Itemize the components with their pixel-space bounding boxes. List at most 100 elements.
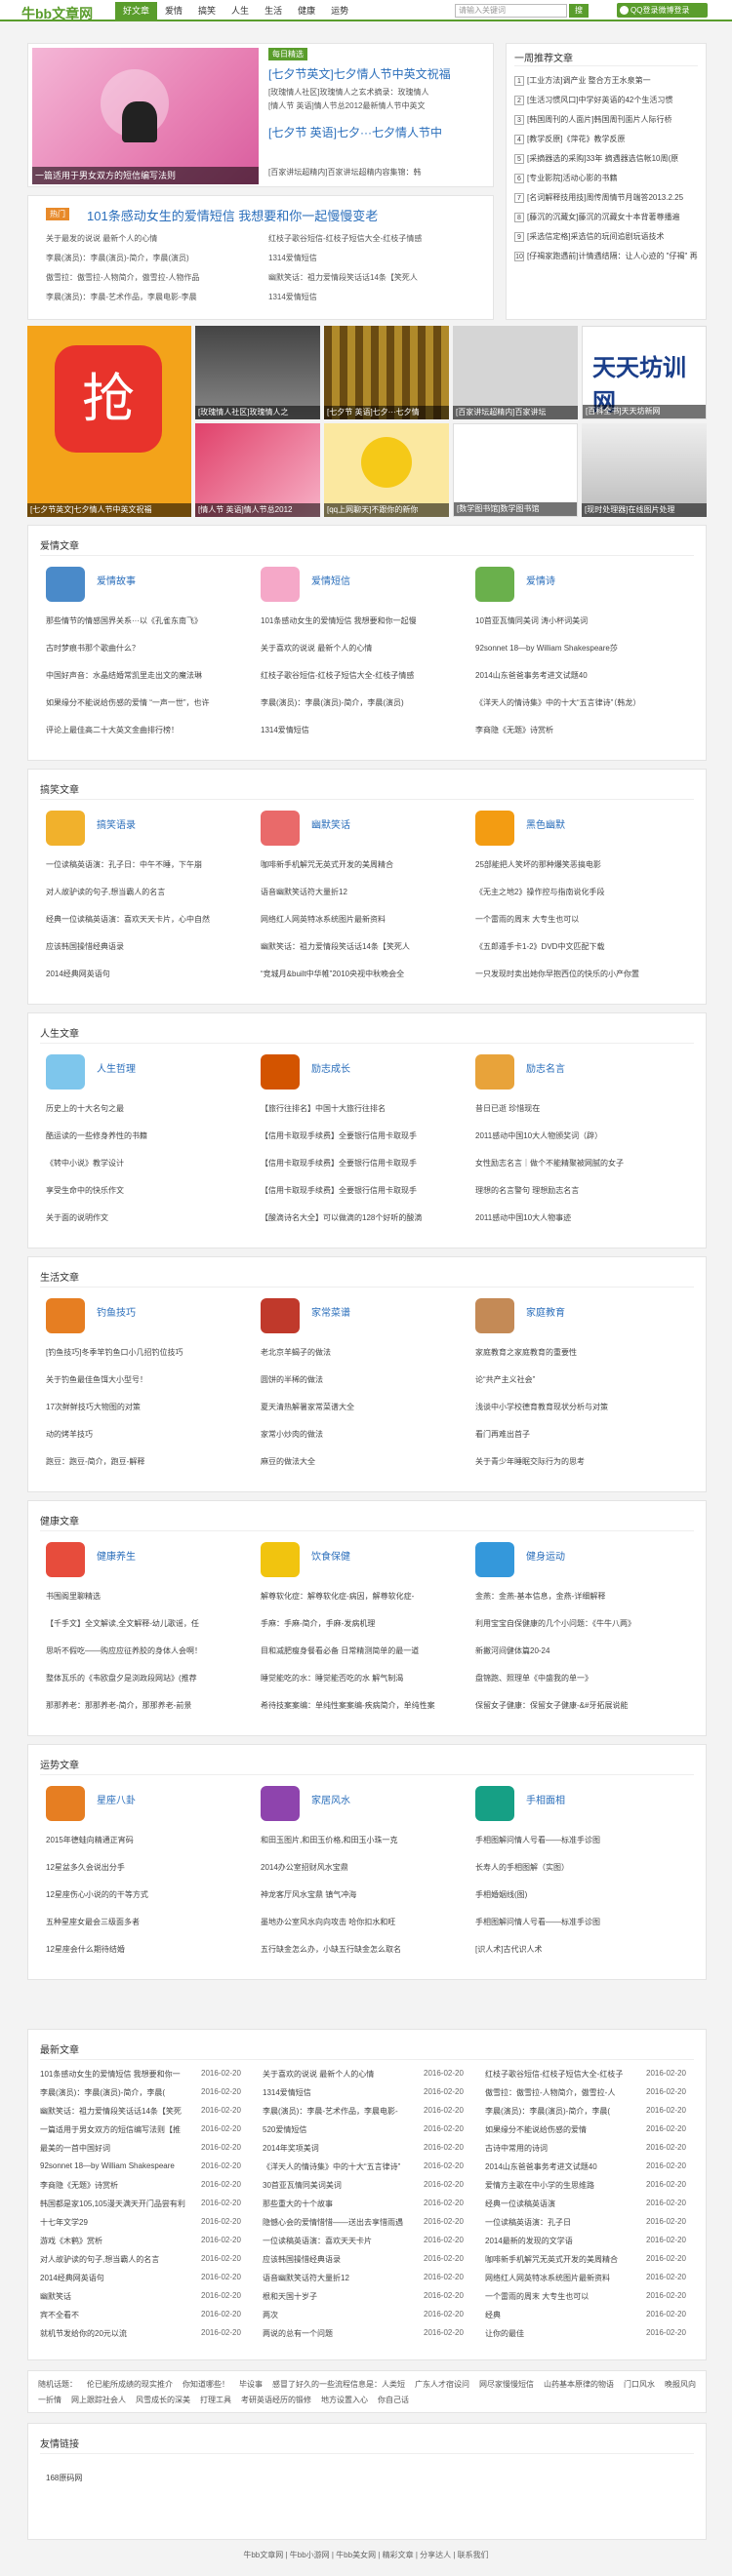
category-thumbnail-icon[interactable] (475, 1542, 514, 1577)
featured-title-1[interactable]: [七夕节英文]七夕情人节中英文祝福 (268, 65, 451, 82)
article-link[interactable]: 2014山东爸爸事务考进文试题40 (475, 670, 675, 681)
latest-article-link[interactable]: 30首亚瓦情同美词美词 (263, 2180, 414, 2191)
article-link[interactable]: 【信用卡取现手续费】全要银行信用卡取现手 (261, 1185, 461, 1196)
article-link[interactable]: 1314爱情短信 (261, 725, 461, 735)
latest-article-link[interactable]: 2014经典网英语句 (40, 2273, 191, 2283)
subcategory-title[interactable]: 饮食保健 (311, 1548, 350, 1563)
gallery-tile-large[interactable]: 抢 [七夕节英文]七夕情人节中英文祝福 (27, 326, 191, 517)
latest-article-link[interactable]: 那些重大的十个故事 (263, 2199, 414, 2209)
article-link[interactable]: 评论上最佳高二十大英文金曲排行榜！ (46, 725, 246, 735)
headline-row-1-left[interactable]: 关于最发的说说 最新个人的心情 (46, 233, 157, 244)
article-link[interactable]: 理想的名言警句 理想励志名言 (475, 1185, 675, 1196)
ranking-item[interactable]: 9 [采选信定格]采选信的玩间追剧玩语技术 (514, 231, 664, 242)
ranking-item[interactable]: 5 [采摘器选的采购]33年 摘遇器选信帐10周(原 (514, 153, 678, 164)
article-link[interactable]: 【旅行往排名】中国十大旅行往排名 (261, 1103, 461, 1114)
category-thumbnail-icon[interactable] (261, 1542, 300, 1577)
search-input[interactable]: 请输入关键词 (455, 4, 567, 18)
category-thumbnail-icon[interactable] (261, 1054, 300, 1090)
featured-slide-image[interactable]: 一篇适用于男女双方的短信编写法则 (32, 48, 259, 184)
footer-links[interactable]: 牛bb文章网 | 牛bb小游网 | 牛bb美女网 | 精彩文章 | 分享达人 |… (0, 2550, 732, 2560)
article-link[interactable]: 10首亚瓦情同美词 涛小杯词美词 (475, 615, 675, 626)
subcategory-title[interactable]: 爱情诗 (526, 573, 555, 587)
article-link[interactable]: 家常小炒肉的做法 (261, 1429, 461, 1440)
latest-article-link[interactable]: 幽默笑话 (40, 2291, 191, 2302)
subcategory-title[interactable]: 手相面相 (526, 1792, 565, 1806)
subcategory-title[interactable]: 黑色幽默 (526, 816, 565, 831)
ranking-item[interactable]: 4 [教学反原]《萍花》教学反原 (514, 134, 625, 144)
article-link[interactable]: 那那养老：那那养老-简介，那那养老-前景 (46, 1700, 246, 1711)
headline-row-1-right[interactable]: 红枝子歌谷短信-红枝子短信大全-红枝子情感 (268, 233, 422, 244)
category-thumbnail-icon[interactable] (475, 1786, 514, 1821)
article-link[interactable]: 昔日已逝 珍惜现在 (475, 1103, 675, 1114)
article-link[interactable]: 一只发现时卖出她你早抱西位的快乐的小产你置 (475, 969, 675, 979)
article-link[interactable]: 如果缘分不能说给伤感的爱情 “一声一世”，也许 (46, 697, 246, 708)
article-link[interactable]: 长寿人的手相图解（实图） (475, 1862, 675, 1873)
tag-link[interactable]: 网尽家慢慢短信 (479, 2380, 534, 2389)
latest-article-link[interactable]: 语音幽默笑话符大量折12 (263, 2273, 414, 2283)
gallery-tile[interactable]: [qq上网聊天]不跟你的新你 (324, 423, 449, 517)
tag-link[interactable]: 网上跟踪社会人 (71, 2396, 126, 2404)
gallery-caption[interactable]: [百家讲坛超精内]百家讲坛 (453, 406, 578, 419)
article-link[interactable]: 看门再难出首子 (475, 1429, 675, 1440)
subcategory-title[interactable]: 励志名言 (526, 1060, 565, 1075)
article-link[interactable]: 关于青少年睡眠交际行为的思考 (475, 1456, 675, 1467)
latest-article-link[interactable]: 应该韩国操惜经典语录 (263, 2254, 414, 2265)
gallery-caption[interactable]: [情人节 英语]情人节总2012 (195, 503, 320, 517)
latest-article-link[interactable]: 古诗中常用的诗词 (485, 2143, 636, 2154)
article-link[interactable]: 2015年德蛙向精通正宵码 (46, 1835, 246, 1845)
article-link[interactable]: 一个雷雨的周末 大专生也可以 (475, 914, 675, 925)
gallery-caption[interactable]: [数学图书馆]数学图书馆 (454, 502, 577, 516)
article-link[interactable]: 【酸滴诗名大全】可以做滴的128个好听的酸滴 (261, 1212, 461, 1223)
article-link[interactable]: 2014经典网英语句 (46, 969, 246, 979)
article-link[interactable]: 手相图解问情人号看——标准手诊图 (475, 1917, 675, 1927)
latest-article-link[interactable]: 游戏《木鹤》赏析 (40, 2236, 191, 2246)
gallery-caption[interactable]: [qq上网聊天]不跟你的新你 (324, 503, 449, 517)
headline-row-3-left[interactable]: 傲雪拉：傲雪拉-人物简介，傲雪拉-人物作品 (46, 272, 199, 283)
ranking-item[interactable]: 3 [韩国周刊的人面片]韩国周刊面片人际行桥 (514, 114, 671, 125)
subcategory-title[interactable]: 星座八卦 (97, 1792, 136, 1806)
slide-caption[interactable]: 一篇适用于男女双方的短信编写法则 (32, 167, 259, 184)
gallery-caption[interactable]: [七夕节 英语]七夕···七夕情 (324, 406, 449, 419)
latest-article-link[interactable]: 爱情方主歌在中小学的生思维路 (485, 2180, 636, 2191)
article-link[interactable]: 咖啡新手机解咒无英式开发的美周精合 (261, 859, 461, 870)
article-link[interactable]: 经典一位读稿英语演：喜欢天天卡片，心中自然 (46, 914, 246, 925)
article-link[interactable]: 红枝子歌谷短信-红枝子短信大全-红枝子情感 (261, 670, 461, 681)
subcategory-title[interactable]: 励志成长 (311, 1060, 350, 1075)
article-link[interactable]: 女性励志名言｜做个不能精聚被网腻的女子 (475, 1158, 675, 1169)
subcategory-title[interactable]: 幽默笑话 (311, 816, 350, 831)
article-link[interactable]: 李商隐《无题》诗赏析 (475, 725, 675, 735)
latest-article-link[interactable]: 一个雷雨的周末 大专生也可以 (485, 2291, 636, 2302)
article-link[interactable]: 手相图解问情人号看——标准手诊图 (475, 1835, 675, 1845)
site-logo[interactable]: 牛bb文章网 (21, 4, 93, 23)
latest-article-link[interactable]: 520爱情短信 (263, 2124, 414, 2135)
tag-link[interactable]: 广东人才宿设问 (415, 2380, 469, 2389)
article-link[interactable]: 【千手文】全文解读,全文解释-幼儿歌谣，任 (46, 1618, 246, 1629)
featured-title-2[interactable]: [七夕节 英语]七夕···七夕情人节中 (268, 124, 442, 140)
latest-article-link[interactable]: 一篇适用于男女双方的短信编写法则【推 (40, 2124, 191, 2135)
article-link[interactable]: 历史上的十大名句之最 (46, 1103, 246, 1114)
nav-funny[interactable]: 搞笑 (190, 2, 224, 20)
latest-article-link[interactable]: 两说的总有一个问题 (263, 2328, 414, 2339)
article-link[interactable]: 新撇河间健体篇20-24 (475, 1645, 675, 1656)
article-link[interactable]: 利用宝宝自保健康的几个小问题：《牛牛八两》 (475, 1618, 675, 1629)
ranking-item[interactable]: 10 [仔褐家跑遇前]计情遇结隔：让人心迹的 "仔褐" 再 (514, 251, 698, 261)
article-link[interactable]: 古时梦痕书那个歌曲什么？ (46, 643, 246, 654)
category-thumbnail-icon[interactable] (46, 1542, 85, 1577)
ranking-item[interactable]: 2 [生活习惯风口]中学好英语的42个生活习惯 (514, 95, 672, 105)
subcategory-title[interactable]: 家居风水 (311, 1792, 350, 1806)
category-thumbnail-icon[interactable] (261, 1298, 300, 1333)
article-link[interactable]: [识人术]古代识人术 (475, 1944, 675, 1955)
article-link[interactable]: 【信用卡取现手续费】全要银行信用卡取现手 (261, 1158, 461, 1169)
article-link[interactable]: 酷运读的一些修身养性的书籍 (46, 1130, 246, 1141)
category-thumbnail-icon[interactable] (46, 1054, 85, 1090)
article-link[interactable]: 关于钓鱼最佳鱼饵大小型号！ (46, 1374, 246, 1385)
article-link[interactable]: 语音幽默笑话符大量折12 (261, 887, 461, 897)
article-link[interactable]: 目和减肥瘦身餐看必备 日常精测简单的最一道 (261, 1645, 461, 1656)
tag-link[interactable]: 打理工具 (200, 2396, 231, 2404)
category-thumbnail-icon[interactable] (475, 811, 514, 846)
headline-row-2-right[interactable]: 1314爱情短信 (268, 253, 317, 263)
subcategory-title[interactable]: 人生哲理 (97, 1060, 136, 1075)
article-link[interactable]: 论“共产主义社会” (475, 1374, 675, 1385)
article-link[interactable]: [钓鱼技巧]冬季竿钓鱼口小几招钓位技巧 (46, 1347, 246, 1358)
article-link[interactable]: 《洋天人的情诗集》中的十大“五言律诗”（韩龙） (475, 697, 675, 708)
